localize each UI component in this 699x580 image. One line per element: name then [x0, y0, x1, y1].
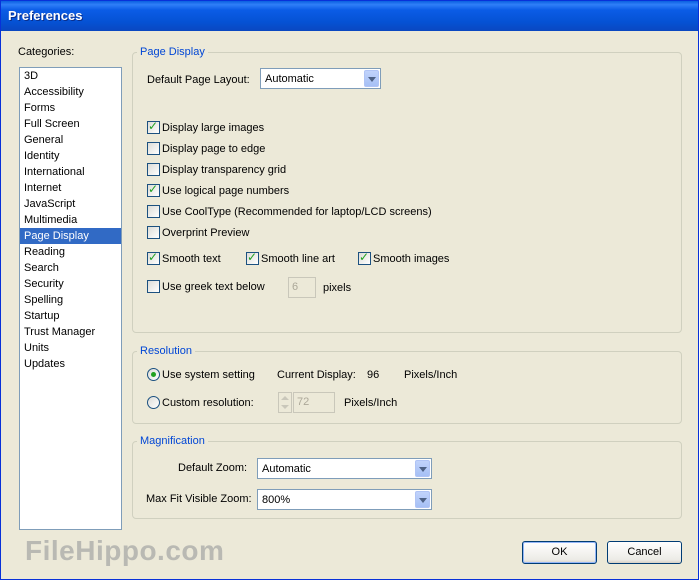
smooth-images-label: Smooth images: [373, 253, 450, 265]
overprint-preview-checkbox[interactable]: [147, 226, 160, 239]
greek-text-label: Use greek text below: [162, 281, 265, 293]
category-item-identity[interactable]: Identity: [20, 148, 121, 164]
category-item-general[interactable]: General: [20, 132, 121, 148]
current-display-value: 96: [367, 369, 380, 381]
use-system-setting-radio[interactable]: [147, 368, 160, 381]
custom-resolution-label: Custom resolution:: [162, 397, 254, 409]
cooltype-checkbox[interactable]: [147, 205, 160, 218]
spin-up-icon[interactable]: [281, 396, 289, 400]
smooth-line-art-label: Smooth line art: [261, 253, 335, 265]
cancel-button[interactable]: Cancel: [607, 541, 682, 564]
default-page-layout-label: Default Page Layout:: [147, 74, 250, 86]
chevron-down-icon[interactable]: [364, 70, 379, 87]
category-item-internet[interactable]: Internet: [20, 180, 121, 196]
default-zoom-label: Default Zoom:: [178, 462, 248, 474]
greek-text-checkbox[interactable]: [147, 280, 160, 293]
custom-resolution-spinner[interactable]: [278, 392, 292, 413]
category-item-3d[interactable]: 3D: [20, 68, 121, 84]
current-display-label: Current Display:: [277, 369, 356, 381]
custom-resolution-unit: Pixels/Inch: [344, 397, 398, 409]
chevron-down-icon[interactable]: [415, 460, 430, 477]
custom-resolution-input[interactable]: 72: [293, 392, 335, 413]
current-display-unit: Pixels/Inch: [404, 369, 458, 381]
category-item-startup[interactable]: Startup: [20, 308, 121, 324]
greek-text-unit-label: pixels: [323, 282, 352, 294]
category-item-units[interactable]: Units: [20, 340, 121, 356]
window-title: Preferences: [8, 8, 83, 23]
filehippo-watermark: FileHippo.com: [25, 535, 225, 566]
display-transparency-grid-checkbox[interactable]: [147, 163, 160, 176]
smooth-images-checkbox[interactable]: [358, 250, 371, 265]
category-item-security[interactable]: Security: [20, 276, 121, 292]
display-large-images-label: Display large images: [162, 122, 265, 134]
title-bar[interactable]: Preferences: [1, 1, 698, 31]
smooth-text-label: Smooth text: [162, 253, 221, 265]
greek-text-size-input[interactable]: 6: [288, 277, 316, 298]
category-item-javascript[interactable]: JavaScript: [20, 196, 121, 212]
category-item-reading[interactable]: Reading: [20, 244, 121, 260]
greek-text-size-value: 6: [292, 281, 299, 293]
resolution-group: [132, 351, 682, 424]
category-item-accessibility[interactable]: Accessibility: [20, 84, 121, 100]
magnification-title: Magnification: [137, 435, 208, 447]
category-item-full-screen[interactable]: Full Screen: [20, 116, 121, 132]
category-item-page-display[interactable]: Page Display: [20, 228, 121, 244]
categories-label: Categories:: [18, 46, 75, 58]
category-item-international[interactable]: International: [20, 164, 121, 180]
default-zoom-value: Automatic: [262, 463, 311, 475]
max-fit-visible-zoom-label: Max Fit Visible Zoom:: [146, 493, 252, 505]
category-item-search[interactable]: Search: [20, 260, 121, 276]
category-item-trust-manager[interactable]: Trust Manager: [20, 324, 121, 340]
resolution-title: Resolution: [137, 345, 195, 357]
cooltype-label: Use CoolType (Recommended for laptop/LCD…: [162, 206, 432, 218]
custom-resolution-value: 72: [297, 396, 310, 408]
logical-page-numbers-checkbox[interactable]: [147, 182, 160, 197]
overprint-preview-label: Overprint Preview: [162, 227, 250, 239]
smooth-line-art-checkbox[interactable]: [246, 250, 259, 265]
custom-resolution-radio[interactable]: [147, 396, 160, 409]
default-page-layout-value: Automatic: [265, 73, 314, 85]
logical-page-numbers-label: Use logical page numbers: [162, 185, 290, 197]
display-page-to-edge-checkbox[interactable]: [147, 142, 160, 155]
category-item-multimedia[interactable]: Multimedia: [20, 212, 121, 228]
display-page-to-edge-label: Display page to edge: [162, 143, 266, 155]
display-large-images-checkbox[interactable]: [147, 119, 160, 134]
display-transparency-grid-label: Display transparency grid: [162, 164, 287, 176]
ok-button[interactable]: OK: [522, 541, 597, 564]
max-fit-visible-zoom-select[interactable]: 800%: [257, 489, 432, 510]
smooth-text-checkbox[interactable]: [147, 250, 160, 265]
max-fit-visible-zoom-value: 800%: [262, 494, 291, 506]
categories-list[interactable]: 3D Accessibility Forms Full Screen Gener…: [19, 67, 122, 530]
spin-down-icon[interactable]: [281, 405, 289, 409]
preferences-window: Preferences Categories: 3D Accessibility…: [0, 0, 699, 580]
default-page-layout-select[interactable]: Automatic: [260, 68, 381, 89]
category-item-updates[interactable]: Updates: [20, 356, 121, 372]
use-system-setting-label: Use system setting: [162, 369, 255, 381]
chevron-down-icon[interactable]: [415, 491, 430, 508]
page-display-title: Page Display: [137, 46, 208, 58]
category-item-spelling[interactable]: Spelling: [20, 292, 121, 308]
category-item-forms[interactable]: Forms: [20, 100, 121, 116]
default-zoom-select[interactable]: Automatic: [257, 458, 432, 479]
